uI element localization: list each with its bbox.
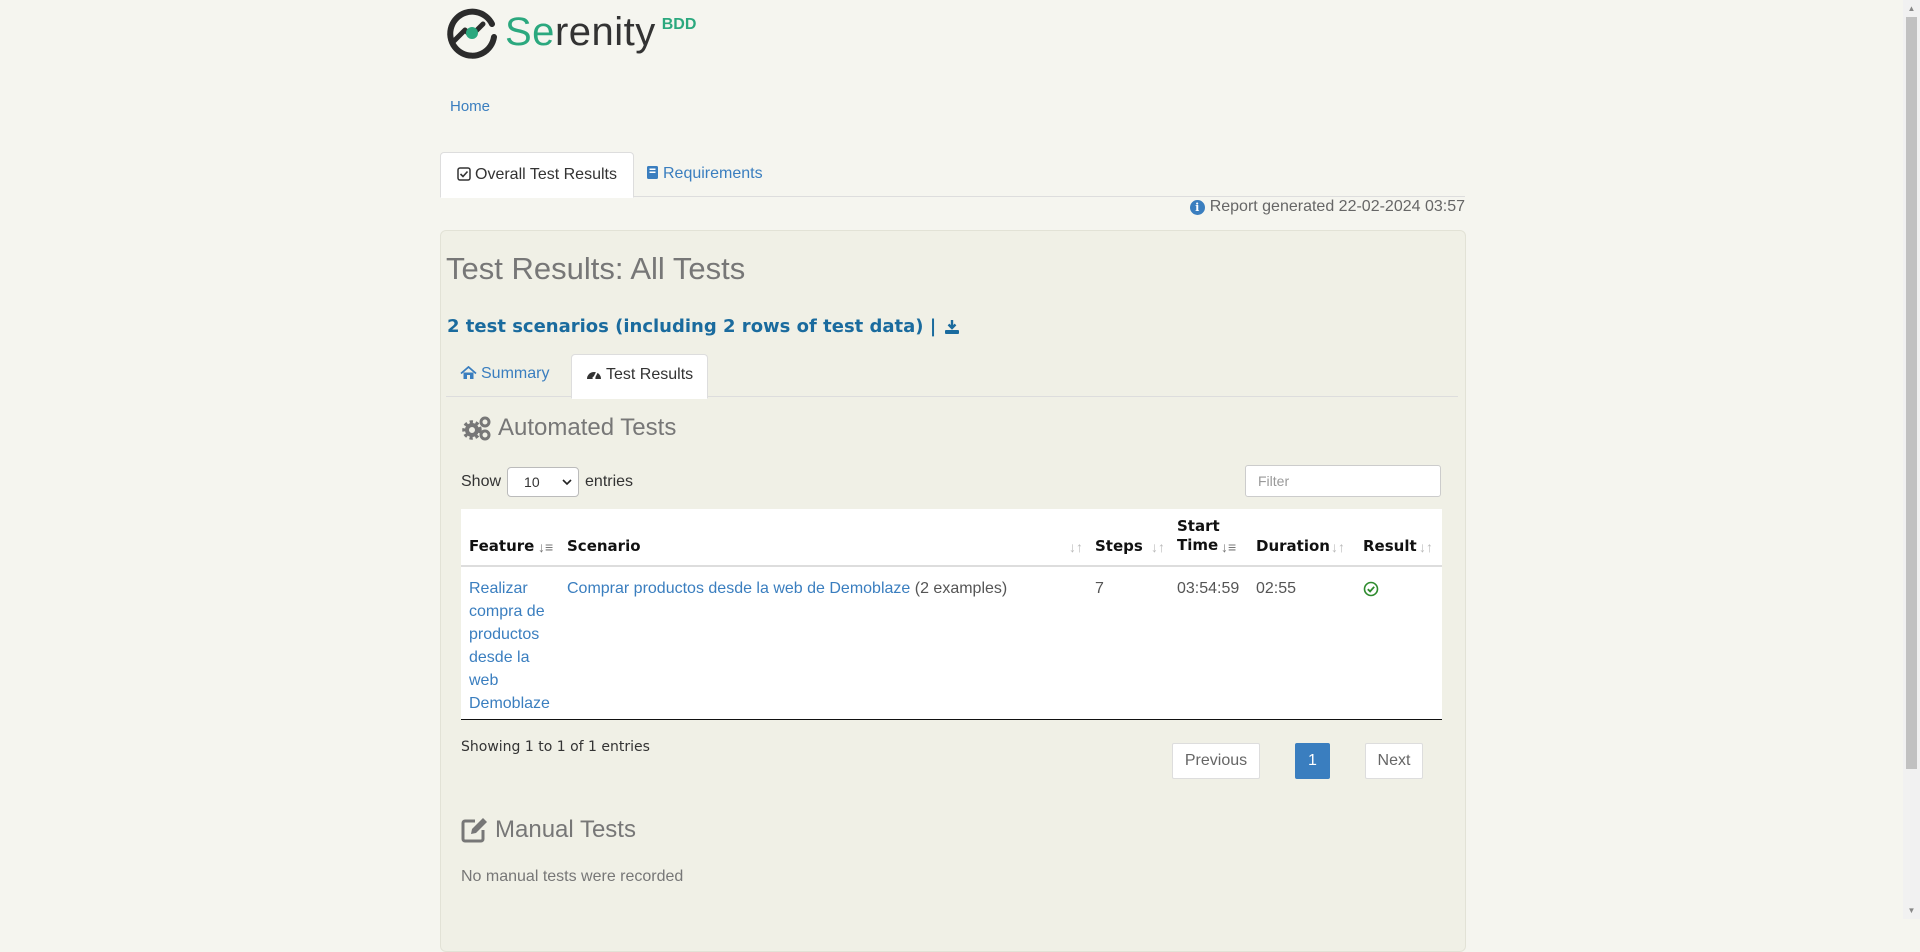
filter-input[interactable]: Filter (1245, 465, 1441, 497)
manual-tests-title: Manual Tests (495, 816, 636, 843)
col-steps[interactable]: Steps (1095, 537, 1143, 555)
result-cell (1363, 581, 1379, 604)
entries-label: entries (585, 473, 634, 490)
show-entries-control: Show 10 entries (461, 467, 633, 497)
sort-icon[interactable]: ↓↑ (1419, 539, 1433, 555)
report-generated: i Report generated 22-02-2024 03:57 (1189, 198, 1465, 216)
report-generated-text: Report generated 22-02-2024 03:57 (1209, 198, 1465, 215)
col-feature[interactable]: Feature (469, 537, 534, 555)
tab-test-results-label: Test Results (606, 366, 694, 383)
breadcrumb-home[interactable]: Home (450, 98, 490, 115)
sort-icon[interactable]: ↓↑ (1069, 539, 1083, 555)
automated-tests-table: Feature ↓≡ Scenario ↓↑ Steps ↓↑ Start Ti… (461, 509, 1442, 720)
home-icon (460, 366, 477, 379)
page-1-button[interactable]: 1 (1295, 743, 1330, 779)
steps-cell: 7 (1095, 580, 1104, 597)
page-title: Test Results: All Tests (446, 251, 746, 286)
sort-icon[interactable]: ↓↑ (1151, 539, 1165, 555)
table-header: Feature ↓≡ Scenario ↓↑ Steps ↓↑ Start Ti… (461, 509, 1442, 567)
scenario-count: 2 test scenarios (including 2 rows of te… (447, 316, 960, 337)
col-duration[interactable]: Duration (1256, 537, 1330, 555)
automated-tests-title: Automated Tests (498, 414, 677, 441)
vertical-scrollbar[interactable]: ▲ ▼ (1903, 0, 1920, 919)
table-row: Realizar compra de productos desde la we… (461, 567, 1442, 720)
brand-name: Serenity (505, 5, 656, 60)
results-panel: Test Results: All Tests 2 test scenarios… (440, 230, 1466, 952)
scroll-up-icon[interactable]: ▲ (1903, 0, 1920, 17)
scenario-link[interactable]: Comprar productos desde la web de Demobl… (567, 580, 910, 597)
manual-tests-heading: Manual Tests (461, 816, 636, 844)
top-tab-bar: Overall Test Results Requirements (440, 152, 1465, 198)
dashboard-icon (587, 371, 601, 380)
show-label: Show (461, 473, 502, 490)
page-size-value: 10 (524, 474, 540, 490)
scroll-down-icon[interactable]: ▼ (1903, 902, 1920, 919)
checkbox-icon (457, 167, 471, 181)
sub-tab-bar: Summary Test Results (446, 354, 1458, 399)
info-icon: i (1189, 199, 1205, 215)
brand-prefix: Se (505, 10, 555, 54)
col-result[interactable]: Result (1363, 537, 1417, 555)
duration-cell: 02:55 (1256, 580, 1297, 597)
tab-overall-test-results[interactable]: Overall Test Results (440, 152, 634, 198)
sort-asc-icon[interactable]: ↓≡ (1221, 539, 1236, 555)
serenity-logo-icon (447, 8, 497, 59)
previous-page-button[interactable]: Previous (1172, 743, 1260, 779)
page-size-select[interactable]: 10 (507, 467, 580, 497)
sort-icon[interactable]: ↓↑ (1331, 539, 1345, 555)
next-page-button[interactable]: Next (1365, 743, 1423, 779)
tab-test-results[interactable]: Test Results (571, 354, 709, 399)
tab-summary[interactable]: Summary (446, 354, 563, 396)
start-time-cell: 03:54:59 (1177, 580, 1240, 597)
automated-tests-heading: Automated Tests (461, 414, 676, 442)
tab-overall-label: Overall Test Results (475, 166, 617, 183)
brand-rest: renity (554, 10, 656, 54)
feature-link[interactable]: Realizar compra de productos desde la we… (469, 577, 554, 715)
scrollbar-thumb[interactable] (1906, 17, 1917, 769)
check-circle-icon (1363, 581, 1379, 597)
brand-suffix: BDD (661, 15, 697, 33)
scenario-cell: Comprar productos desde la web de Demobl… (567, 577, 1067, 600)
tab-summary-label: Summary (481, 365, 550, 382)
showing-entries-info: Showing 1 to 1 of 1 entries (461, 739, 650, 755)
book-icon (647, 166, 658, 179)
tab-requirements[interactable]: Requirements (630, 152, 779, 195)
edit-icon (461, 818, 487, 843)
col-start-time[interactable]: Start Time (1177, 517, 1225, 555)
sort-asc-icon[interactable]: ↓≡ (538, 539, 553, 555)
chevron-down-icon (562, 478, 572, 485)
col-scenario[interactable]: Scenario (567, 537, 641, 555)
gears-icon (462, 416, 491, 440)
no-manual-tests-text: No manual tests were recorded (461, 868, 684, 885)
tab-requirements-label: Requirements (663, 165, 763, 182)
serenity-logo[interactable]: Serenity BDD (445, 5, 696, 60)
scenario-examples: (2 examples) (914, 580, 1008, 597)
scenario-count-text: 2 test scenarios (including 2 rows of te… (447, 316, 937, 337)
download-icon[interactable] (944, 319, 960, 335)
